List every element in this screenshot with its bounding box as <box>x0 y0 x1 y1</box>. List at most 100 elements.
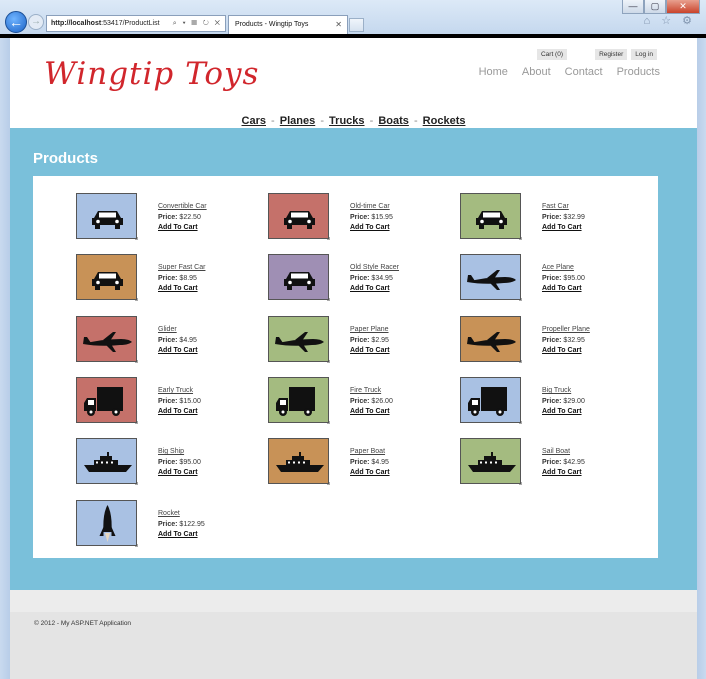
add-to-cart-link[interactable]: Add To Cart <box>542 407 585 418</box>
price-label: Price: <box>158 520 178 528</box>
product-item: Paper Plane Price: $2.95 Add To Cart <box>268 316 448 366</box>
thumbnail-shadow <box>519 360 522 363</box>
window-controls: — ▢ ✕ <box>622 0 700 14</box>
product-name-link[interactable]: Early Truck <box>158 386 201 397</box>
category-cars[interactable]: Cars <box>242 115 266 127</box>
product-name-link[interactable]: Paper Plane <box>350 325 390 336</box>
product-thumbnail[interactable] <box>460 193 521 239</box>
close-window-button[interactable]: ✕ <box>666 0 700 14</box>
new-tab-button[interactable] <box>349 18 364 32</box>
product-item: Fast Car Price: $32.99 Add To Cart <box>460 193 640 243</box>
product-name-link[interactable]: Rocket <box>158 509 205 520</box>
product-name-link[interactable]: Sail Boat <box>542 447 585 458</box>
price-label: Price: <box>158 397 178 405</box>
cart-link[interactable]: Cart (0) <box>536 49 567 60</box>
nav-about[interactable]: About <box>522 66 551 78</box>
product-thumbnail[interactable] <box>460 438 521 484</box>
add-to-cart-link[interactable]: Add To Cart <box>542 284 585 295</box>
product-item: Early Truck Price: $15.00 Add To Cart <box>76 377 256 427</box>
add-to-cart-link[interactable]: Add To Cart <box>542 223 585 234</box>
product-name-link[interactable]: Old-time Car <box>350 202 393 213</box>
toolbar-icons[interactable]: ⌂ ☆ ⚙ <box>644 14 696 27</box>
minimize-button[interactable]: — <box>622 0 644 14</box>
product-thumbnail[interactable] <box>268 438 329 484</box>
category-boats[interactable]: Boats <box>378 115 409 127</box>
add-to-cart-link[interactable]: Add To Cart <box>158 468 201 479</box>
back-arrow-icon[interactable]: ← <box>5 11 27 33</box>
product-thumbnail[interactable] <box>76 500 137 546</box>
product-price: Price: $2.95 <box>350 336 390 347</box>
price-value: $15.00 <box>179 397 201 405</box>
product-name-link[interactable]: Big Truck <box>542 386 585 397</box>
add-to-cart-link[interactable]: Add To Cart <box>350 223 393 234</box>
product-info: Ace Plane Price: $95.00 Add To Cart <box>542 263 585 295</box>
product-name-link[interactable]: Fast Car <box>542 202 585 213</box>
product-price: Price: $15.00 <box>158 397 201 408</box>
add-to-cart-link[interactable]: Add To Cart <box>158 530 205 541</box>
add-to-cart-link[interactable]: Add To Cart <box>542 346 590 357</box>
product-thumbnail[interactable] <box>76 193 137 239</box>
product-thumbnail[interactable] <box>268 254 329 300</box>
nav-home[interactable]: Home <box>479 66 508 78</box>
product-thumbnail[interactable] <box>460 316 521 362</box>
add-to-cart-link[interactable]: Add To Cart <box>158 407 201 418</box>
price-value: $42.95 <box>563 458 585 466</box>
product-name-link[interactable]: Super Fast Car <box>158 263 205 274</box>
window-frame-right <box>697 38 706 679</box>
add-to-cart-link[interactable]: Add To Cart <box>350 284 399 295</box>
product-list: Convertible Car Price: $22.50 Add To Cart O… <box>33 176 658 558</box>
product-thumbnail[interactable] <box>268 377 329 423</box>
product-thumbnail[interactable] <box>268 193 329 239</box>
register-link[interactable]: Register <box>595 49 628 60</box>
product-name-link[interactable]: Big Ship <box>158 447 201 458</box>
product-thumbnail[interactable] <box>460 254 521 300</box>
add-to-cart-link[interactable]: Add To Cart <box>158 284 205 295</box>
add-to-cart-link[interactable]: Add To Cart <box>158 223 207 234</box>
category-trucks[interactable]: Trucks <box>329 115 364 127</box>
thumbnail-shadow <box>135 298 138 301</box>
product-thumbnail[interactable] <box>460 377 521 423</box>
forward-arrow-icon[interactable]: → <box>28 14 44 30</box>
address-tools-icon[interactable]: ⌕ ▾ ▤ ↻ ✕ <box>173 16 222 31</box>
product-name-link[interactable]: Paper Boat <box>350 447 390 458</box>
product-thumbnail[interactable] <box>76 377 137 423</box>
product-item: Rocket Price: $122.95 Add To Cart <box>76 500 256 550</box>
product-info: Glider Price: $4.95 Add To Cart <box>158 325 198 357</box>
address-host: http://localhost <box>51 20 102 27</box>
product-name-link[interactable]: Convertible Car <box>158 202 207 213</box>
add-to-cart-link[interactable]: Add To Cart <box>350 468 390 479</box>
product-info: Rocket Price: $122.95 Add To Cart <box>158 509 205 541</box>
product-price: Price: $95.00 <box>542 274 585 285</box>
add-to-cart-link[interactable]: Add To Cart <box>158 346 198 357</box>
add-to-cart-link[interactable]: Add To Cart <box>542 468 585 479</box>
category-rockets[interactable]: Rockets <box>423 115 466 127</box>
product-name-link[interactable]: Fire Truck <box>350 386 393 397</box>
site-logo[interactable]: Wingtip Toys <box>44 56 259 92</box>
product-name-link[interactable]: Glider <box>158 325 198 336</box>
product-info: Old Style Racer Price: $34.95 Add To Cart <box>350 263 399 295</box>
tab-products[interactable]: Products - Wingtip Toys ✕ <box>228 15 348 34</box>
product-item: Old-time Car Price: $15.95 Add To Cart <box>268 193 448 243</box>
nav-contact[interactable]: Contact <box>565 66 603 78</box>
add-to-cart-link[interactable]: Add To Cart <box>350 346 390 357</box>
product-info: Propeller Plane Price: $32.95 Add To Cart <box>542 325 590 357</box>
product-name-link[interactable]: Old Style Racer <box>350 263 399 274</box>
product-thumbnail[interactable] <box>76 438 137 484</box>
thumbnail-shadow <box>327 421 330 424</box>
add-to-cart-link[interactable]: Add To Cart <box>350 407 393 418</box>
login-link[interactable]: Log in <box>631 49 657 60</box>
product-name-link[interactable]: Propeller Plane <box>542 325 590 336</box>
product-thumbnail[interactable] <box>268 316 329 362</box>
product-thumbnail[interactable] <box>76 316 137 362</box>
maximize-button[interactable]: ▢ <box>644 0 666 14</box>
tab-close-icon[interactable]: ✕ <box>335 16 342 33</box>
thumbnail-shadow <box>519 237 522 240</box>
category-planes[interactable]: Planes <box>280 115 315 127</box>
address-bar[interactable]: http://localhost:53417/ProductList ⌕ ▾ ▤… <box>46 15 226 32</box>
price-label: Price: <box>158 458 178 466</box>
product-thumbnail[interactable] <box>76 254 137 300</box>
product-item: Old Style Racer Price: $34.95 Add To Cart <box>268 254 448 304</box>
nav-products[interactable]: Products <box>617 66 660 78</box>
product-name-link[interactable]: Ace Plane <box>542 263 585 274</box>
thumbnail-shadow <box>135 482 138 485</box>
